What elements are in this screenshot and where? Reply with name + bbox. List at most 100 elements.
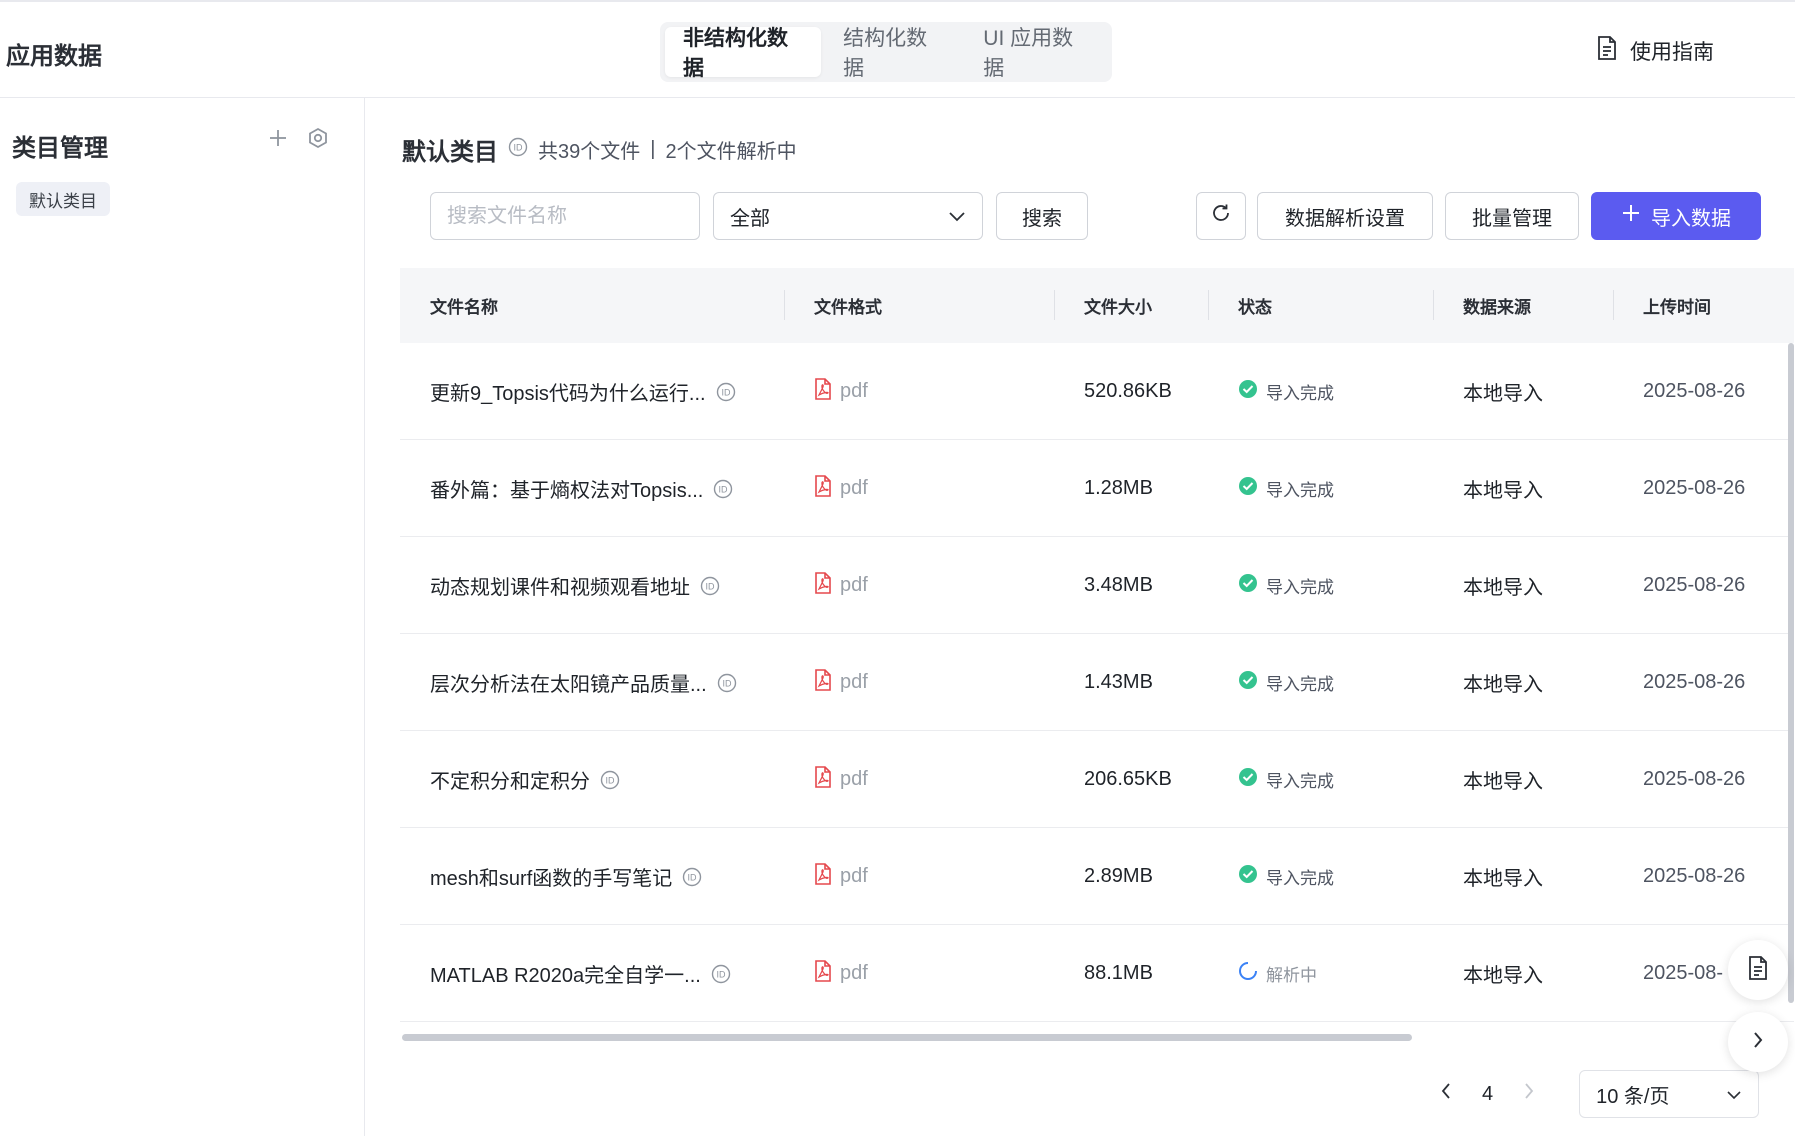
refresh-button[interactable] xyxy=(1196,192,1246,240)
status-filter-select[interactable]: 全部 xyxy=(713,192,983,240)
file-format-cell: pdf xyxy=(814,440,868,537)
category-heading: 默认类目 ID 共39个文件 | 2个文件解析中 xyxy=(402,132,797,167)
svg-text:ID: ID xyxy=(716,969,726,979)
upload-time: 2025-08-26 xyxy=(1643,865,1746,887)
current-page-number[interactable]: 4 xyxy=(1482,1083,1493,1106)
horizontal-scrollbar[interactable] xyxy=(402,1034,1412,1041)
file-format: pdf xyxy=(840,962,868,984)
pdf-icon xyxy=(814,668,832,697)
batch-manage-button[interactable]: 批量管理 xyxy=(1445,192,1579,240)
id-icon[interactable]: ID xyxy=(700,576,720,596)
column-header-status: 状态 xyxy=(1238,298,1272,317)
app-title: 应用数据 xyxy=(6,43,102,70)
id-icon[interactable]: ID xyxy=(600,770,620,790)
loading-spinner-icon xyxy=(1238,961,1258,986)
check-circle-icon xyxy=(1238,379,1258,404)
file-name[interactable]: 层次分析法在太阳镜产品质量... xyxy=(430,668,707,697)
sidebar-title: 类目管理 xyxy=(12,135,108,162)
id-icon[interactable]: ID xyxy=(711,964,731,984)
next-page-button[interactable] xyxy=(1515,1080,1543,1108)
file-name-cell: 更新9_Topsis代码为什么运行... ID xyxy=(430,343,736,440)
floating-expand-button[interactable] xyxy=(1728,1012,1788,1072)
gear-icon[interactable] xyxy=(306,126,330,150)
table-row[interactable]: 番外篇：基于熵权法对Topsis... ID pdf 1.28MB 导入完成 本地导入 20… xyxy=(400,440,1794,537)
check-circle-icon xyxy=(1238,767,1258,792)
file-count: 共39个文件 xyxy=(538,141,641,163)
vertical-scrollbar[interactable] xyxy=(1788,343,1794,1003)
tab-unstructured[interactable]: 非结构化数据 xyxy=(665,27,822,80)
table-row[interactable]: 不定积分和定积分 ID pdf 206.65KB 导入完成 本地导入 2025-08-26 xyxy=(400,731,1794,828)
status-filter-value: 全部 xyxy=(730,207,770,230)
file-size: 2.89MB xyxy=(1084,865,1153,887)
id-icon[interactable]: ID xyxy=(716,382,736,402)
tab-structured[interactable]: 结构化数据 xyxy=(825,27,961,80)
pdf-icon xyxy=(814,377,832,406)
file-size: 88.1MB xyxy=(1084,962,1153,984)
file-name[interactable]: 动态规划课件和视频观看地址 xyxy=(430,571,690,600)
chevron-down-icon xyxy=(948,205,966,228)
data-source: 本地导入 xyxy=(1463,577,1543,599)
table-row[interactable]: 更新9_Topsis代码为什么运行... ID pdf 520.86KB 导入完成 本地导… xyxy=(400,343,1794,440)
page-size-select[interactable]: 10 条/页 xyxy=(1579,1070,1760,1118)
upload-time: 2025-08-26 xyxy=(1643,768,1746,790)
id-icon[interactable]: ID xyxy=(717,673,737,693)
files-table: 文件名称 文件格式 文件大小 状态 数据来源 上传时间 更新9_Topsis代码… xyxy=(400,268,1794,1028)
status-cell: 导入完成 xyxy=(1238,731,1334,828)
import-data-label: 导入数据 xyxy=(1651,207,1731,230)
upload-time: 2025-08-26 xyxy=(1643,671,1746,693)
chevron-left-icon xyxy=(1440,1082,1452,1106)
status-cell: 导入完成 xyxy=(1238,537,1334,634)
top-bar: 应用数据 非结构化数据 结构化数据 UI 应用数据 使用指南 xyxy=(0,0,1795,98)
status-text: 导入完成 xyxy=(1266,481,1334,500)
file-name[interactable]: 不定积分和定积分 xyxy=(430,765,590,794)
check-circle-icon xyxy=(1238,573,1258,598)
status-cell: 导入完成 xyxy=(1238,828,1334,925)
file-name[interactable]: mesh和surf函数的手写笔记 xyxy=(430,862,672,891)
file-format: pdf xyxy=(840,865,868,887)
data-source: 本地导入 xyxy=(1463,868,1543,890)
prev-page-button[interactable] xyxy=(1432,1080,1460,1108)
file-name[interactable]: 番外篇：基于熵权法对Topsis... xyxy=(430,474,703,503)
search-input[interactable] xyxy=(430,192,700,240)
plus-icon[interactable] xyxy=(266,126,290,150)
tab-ui-app[interactable]: UI 应用数据 xyxy=(965,27,1107,80)
file-format-cell: pdf xyxy=(814,828,868,925)
pdf-icon xyxy=(814,765,832,794)
pagination: 4 10 条/页 xyxy=(1432,1070,1760,1118)
sidebar-item-default-category[interactable]: 默认类目 xyxy=(16,182,110,216)
status-cell: 导入完成 xyxy=(1238,634,1334,731)
file-name-cell: 层次分析法在太阳镜产品质量... ID xyxy=(430,634,737,731)
pdf-icon xyxy=(814,862,832,891)
import-data-button[interactable]: 导入数据 xyxy=(1591,192,1761,240)
upload-time: 2025-08-26 xyxy=(1643,574,1746,596)
file-name-cell: 动态规划课件和视频观看地址 ID xyxy=(430,537,720,634)
upload-time: 2025-08-26 xyxy=(1643,477,1746,499)
file-format: pdf xyxy=(840,574,868,596)
file-name[interactable]: MATLAB R2020a完全自学一... xyxy=(430,959,701,988)
column-header-name: 文件名称 xyxy=(430,298,498,317)
id-icon[interactable]: ID xyxy=(682,867,702,887)
category-title: 默认类目 xyxy=(402,139,498,166)
table-row[interactable]: 层次分析法在太阳镜产品质量... ID pdf 1.43MB 导入完成 本地导入 2025-… xyxy=(400,634,1794,731)
table-row[interactable]: MATLAB R2020a完全自学一... ID pdf 88.1MB 解析中 本地导入 2… xyxy=(400,925,1794,1022)
file-format: pdf xyxy=(840,671,868,693)
id-icon[interactable]: ID xyxy=(713,479,733,499)
table-row[interactable]: mesh和surf函数的手写笔记 ID pdf 2.89MB 导入完成 本地导入 2025-… xyxy=(400,828,1794,925)
sidebar: 类目管理 默认类目 xyxy=(0,98,365,1136)
table-row[interactable]: 动态规划课件和视频观看地址 ID pdf 3.48MB 导入完成 本地导入 2025-08-… xyxy=(400,537,1794,634)
file-size: 3.48MB xyxy=(1084,574,1153,596)
check-circle-icon xyxy=(1238,864,1258,889)
file-size: 206.65KB xyxy=(1084,768,1172,790)
file-name[interactable]: 更新9_Topsis代码为什么运行... xyxy=(430,377,706,406)
file-format-cell: pdf xyxy=(814,925,868,1022)
status-text: 导入完成 xyxy=(1266,772,1334,791)
table-header: 文件名称 文件格式 文件大小 状态 数据来源 上传时间 xyxy=(400,268,1794,343)
column-header-source: 数据来源 xyxy=(1463,298,1531,317)
usage-guide-link[interactable]: 使用指南 xyxy=(1596,36,1714,66)
floating-document-button[interactable] xyxy=(1728,940,1788,1000)
search-button[interactable]: 搜索 xyxy=(996,192,1088,240)
meta-separator: | xyxy=(650,138,656,160)
parse-settings-button[interactable]: 数据解析设置 xyxy=(1257,192,1433,240)
usage-guide-label: 使用指南 xyxy=(1630,41,1714,64)
data-source: 本地导入 xyxy=(1463,771,1543,793)
